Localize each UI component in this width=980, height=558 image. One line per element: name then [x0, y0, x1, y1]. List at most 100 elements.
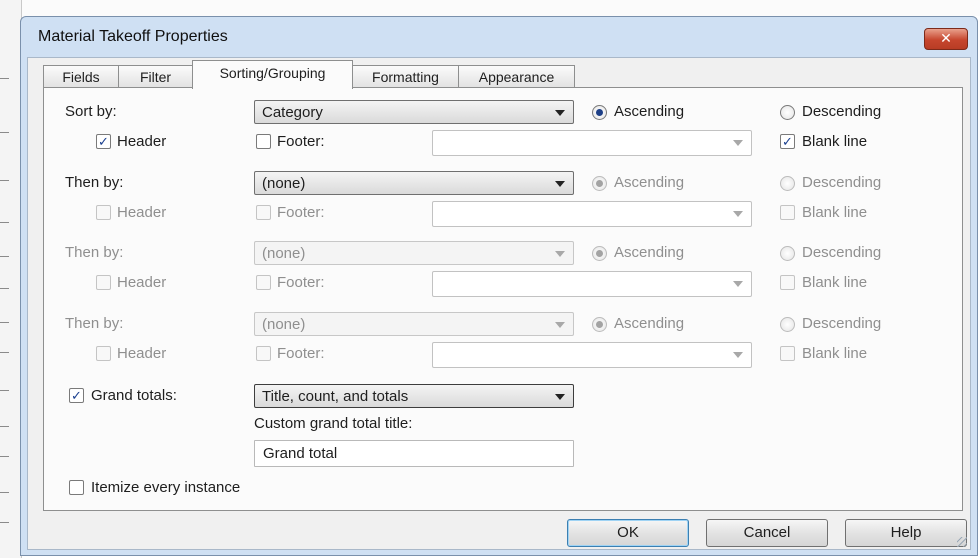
then-by-2-dropdown[interactable]: (none)	[254, 241, 574, 265]
tab-label: Sorting/Grouping	[219, 65, 326, 81]
background-tick	[0, 390, 9, 391]
then-by-1-ascending-radio[interactable]	[592, 176, 607, 191]
sort-by-header-checkbox[interactable]: ✓	[96, 134, 111, 149]
dialog-title: Material Takeoff Properties	[38, 28, 228, 45]
chevron-down-icon	[555, 110, 565, 116]
sort-by-ascending-radio[interactable]	[592, 105, 607, 120]
background-tick	[0, 256, 9, 257]
help-button[interactable]: Help	[845, 519, 967, 547]
background-tick	[0, 222, 9, 223]
background-app-panel	[0, 0, 22, 558]
then-by-1-footer-dropdown[interactable]	[432, 201, 752, 227]
sort-by-footer-dropdown[interactable]	[432, 130, 752, 156]
tab-label: Appearance	[478, 69, 555, 85]
then-by-3-ascending-radio[interactable]	[592, 317, 607, 332]
ascending-label: Ascending	[614, 174, 685, 191]
sort-by-descending-radio[interactable]	[780, 105, 795, 120]
chevron-down-icon	[555, 322, 565, 328]
descending-label: Descending	[802, 315, 882, 332]
background-app-strip	[22, 0, 980, 16]
chevron-down-icon	[733, 352, 743, 358]
then-by-1-footer-checkbox[interactable]	[256, 205, 271, 220]
then-by-3-header-checkbox[interactable]	[96, 346, 111, 361]
background-tick	[0, 352, 9, 353]
then-by-3-footer-dropdown[interactable]	[432, 342, 752, 368]
tab-sorting-grouping[interactable]: Sorting/Grouping	[192, 60, 353, 89]
itemize-every-instance-checkbox[interactable]	[69, 480, 84, 495]
grand-totals-checkbox[interactable]: ✓	[69, 388, 84, 403]
ok-button[interactable]: OK	[567, 519, 689, 547]
tab-appearance[interactable]: Appearance	[458, 65, 575, 88]
custom-grand-total-title-value: Grand total	[263, 445, 338, 462]
header-label: Header	[117, 133, 167, 150]
then-by-3-value: (none)	[262, 316, 306, 333]
sort-by-value: Category	[262, 104, 323, 121]
header-label: Header	[117, 204, 167, 221]
then-by-label: Then by:	[65, 315, 124, 332]
ascending-label: Ascending	[614, 103, 685, 120]
grand-totals-value: Title, count, and totals	[262, 388, 409, 405]
background-tick	[0, 180, 9, 181]
then-by-1-blank-line-checkbox[interactable]	[780, 205, 795, 220]
then-by-label: Then by:	[65, 244, 124, 261]
sort-by-label: Sort by:	[65, 103, 117, 120]
close-icon: ✕	[940, 30, 952, 46]
tab-fields[interactable]: Fields	[43, 65, 119, 88]
then-by-2-value: (none)	[262, 245, 306, 262]
grand-totals-label: Grand totals:	[91, 387, 177, 404]
title-bar[interactable]: Material Takeoff Properties ✕	[21, 17, 977, 57]
grand-totals-dropdown[interactable]: Title, count, and totals	[254, 384, 574, 408]
background-tick	[0, 322, 9, 323]
cancel-button[interactable]: Cancel	[706, 519, 828, 547]
then-by-3-dropdown[interactable]: (none)	[254, 312, 574, 336]
descending-label: Descending	[802, 174, 882, 191]
footer-label: Footer:	[277, 345, 325, 362]
then-by-2-descending-radio[interactable]	[780, 246, 795, 261]
close-button[interactable]: ✕	[924, 28, 968, 50]
background-tick	[0, 492, 9, 493]
then-by-1-descending-radio[interactable]	[780, 176, 795, 191]
chevron-down-icon	[555, 251, 565, 257]
header-label: Header	[117, 345, 167, 362]
itemize-every-instance-label: Itemize every instance	[91, 479, 241, 496]
background-tick	[0, 456, 9, 457]
ascending-label: Ascending	[614, 244, 685, 261]
resize-grip-icon[interactable]	[957, 537, 967, 547]
tab-filter[interactable]: Filter	[118, 65, 193, 88]
descending-label: Descending	[802, 244, 882, 261]
then-by-2-footer-dropdown[interactable]	[432, 271, 752, 297]
help-button-label: Help	[890, 524, 922, 541]
footer-label: Footer:	[277, 274, 325, 291]
then-by-3-descending-radio[interactable]	[780, 317, 795, 332]
dialog-client-area: Fields Filter Sorting/Grouping Formattin…	[27, 57, 971, 550]
sort-by-footer-checkbox[interactable]	[256, 134, 271, 149]
tab-label: Filter	[139, 69, 172, 85]
then-by-3-footer-checkbox[interactable]	[256, 346, 271, 361]
custom-grand-total-title-input[interactable]: Grand total	[254, 440, 574, 467]
sort-by-blank-line-checkbox[interactable]: ✓	[780, 134, 795, 149]
then-by-1-value: (none)	[262, 175, 306, 192]
then-by-2-blank-line-checkbox[interactable]	[780, 275, 795, 290]
background-tick	[0, 78, 9, 79]
then-by-2-ascending-radio[interactable]	[592, 246, 607, 261]
tab-strip: Fields Filter Sorting/Grouping Formattin…	[28, 58, 970, 89]
ok-button-label: OK	[617, 524, 639, 541]
then-by-2-header-checkbox[interactable]	[96, 275, 111, 290]
chevron-down-icon	[555, 181, 565, 187]
blank-line-label: Blank line	[802, 204, 868, 221]
sort-by-dropdown[interactable]: Category	[254, 100, 574, 124]
descending-label: Descending	[802, 103, 882, 120]
then-by-1-dropdown[interactable]: (none)	[254, 171, 574, 195]
chevron-down-icon	[733, 140, 743, 146]
then-by-3-blank-line-checkbox[interactable]	[780, 346, 795, 361]
then-by-1-header-checkbox[interactable]	[96, 205, 111, 220]
sorting-grouping-panel: Sort by: Category Ascending Descending ✓…	[43, 87, 963, 511]
then-by-2-footer-checkbox[interactable]	[256, 275, 271, 290]
blank-line-label: Blank line	[802, 274, 868, 291]
background-tick	[0, 132, 9, 133]
background-tick	[0, 522, 9, 523]
tab-formatting[interactable]: Formatting	[352, 65, 459, 88]
chevron-down-icon	[555, 394, 565, 400]
footer-label: Footer:	[277, 204, 325, 221]
blank-line-label: Blank line	[802, 345, 868, 362]
